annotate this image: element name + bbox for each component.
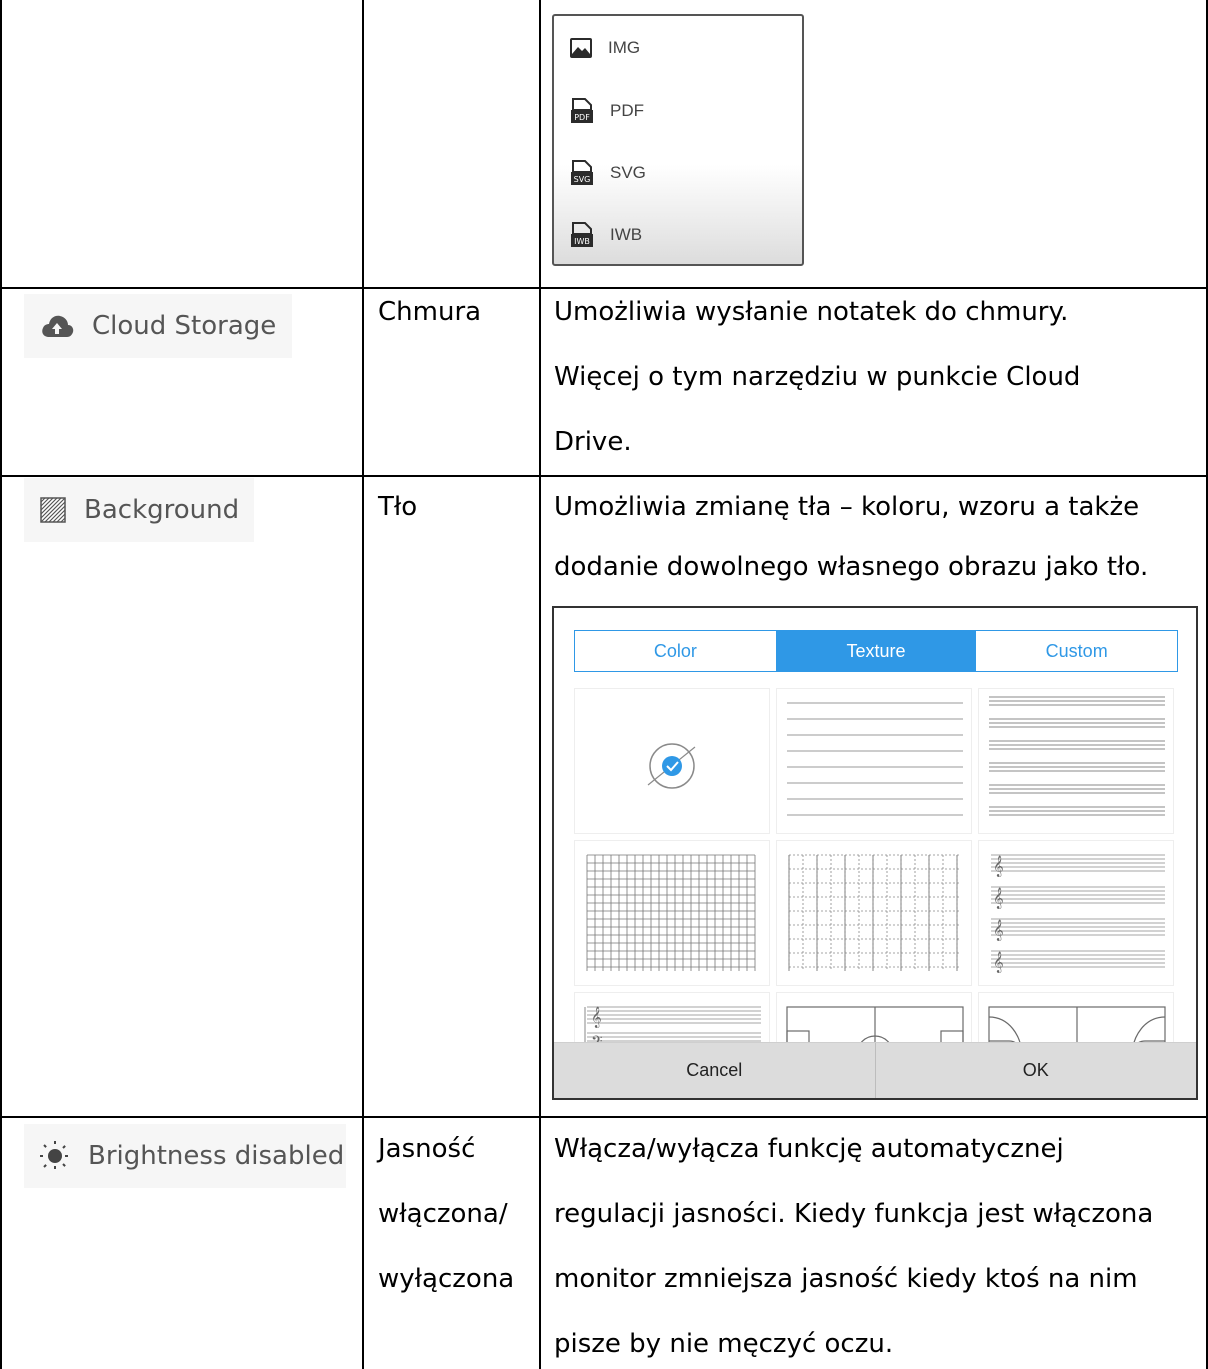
description-line: Drive. [554, 427, 632, 457]
description-line: pisze by nie męczyć oczu. [554, 1329, 894, 1359]
texture-tile-basketball-court[interactable] [978, 992, 1174, 1048]
table-column-divider-1 [362, 0, 364, 1369]
pdf-file-icon: PDF [571, 98, 593, 123]
description-line: dodanie dowolnego własnego obrazu jako t… [554, 552, 1149, 582]
texture-tile-treble-staff[interactable]: 𝄞 𝄞 𝄞 𝄞 [978, 840, 1174, 986]
lined-paper-pattern [787, 702, 963, 816]
menu-item-label: Cloud Storage [92, 311, 277, 341]
sun-icon [40, 1141, 70, 1171]
texture-tile-small-grid[interactable] [574, 840, 770, 986]
description-line: Umożliwia wysłanie notatek do chmury. [554, 297, 1069, 327]
export-item-label: SVG [610, 163, 646, 182]
file-badge: PDF [574, 113, 590, 122]
cancel-button[interactable]: Cancel [554, 1043, 875, 1098]
file-badge: IWB [574, 237, 590, 246]
selected-check-icon [647, 743, 696, 789]
description-line: Więcej o tym narzędziu w punkcie Cloud [554, 362, 1081, 392]
export-item-pdf[interactable]: PDF PDF [570, 98, 644, 124]
export-item-svg[interactable]: SVG SVG [570, 160, 646, 186]
feature-name-brightness: włączona/ [378, 1199, 508, 1229]
feature-name-brightness: wyłączona [378, 1264, 515, 1294]
feature-name-cloud: Chmura [378, 297, 482, 327]
texture-icon [40, 497, 66, 523]
background-tabs: Color Texture Custom [574, 630, 1178, 672]
treble-staff-pattern: 𝄞 𝄞 𝄞 𝄞 [991, 854, 1165, 973]
ok-button[interactable]: OK [874, 1043, 1197, 1098]
tab-texture[interactable]: Texture [775, 631, 977, 671]
football-field-pattern [786, 1006, 964, 1048]
cloud-upload-icon [42, 315, 74, 337]
background-dialog: Color Texture Custom 𝄞 𝄞 𝄞 𝄞 𝄞 𝄢 Cancel … [552, 606, 1198, 1100]
texture-tile-lines[interactable] [776, 688, 972, 834]
grand-staff-pattern: 𝄞𝄢𝄞𝄢 [584, 1006, 761, 1048]
file-badge: SVG [574, 175, 591, 184]
menu-item-label: Brightness disabled [88, 1141, 345, 1171]
texture-grid: 𝄞 𝄞 𝄞 𝄞 𝄞𝄢𝄞𝄢 [574, 688, 1178, 1048]
description-line: monitor zmniejsza jasność kiedy ktoś na … [554, 1264, 1138, 1294]
description-line: Umożliwia zmianę tła – koloru, wzoru a t… [554, 492, 1140, 522]
svg-file-icon: SVG [571, 160, 593, 185]
export-item-img[interactable]: IMG [570, 38, 640, 58]
staff-lines-pattern [989, 696, 1165, 816]
basketball-court-pattern [988, 1006, 1166, 1048]
small-grid-pattern [586, 854, 756, 971]
iwb-file-icon: IWB [571, 222, 593, 247]
tab-color[interactable]: Color [575, 631, 776, 671]
svg-text:𝄞: 𝄞 [993, 856, 1004, 877]
texture-tile-staff[interactable] [978, 688, 1174, 834]
texture-tile-dotted-grid[interactable] [776, 840, 972, 986]
export-item-label: IMG [608, 38, 641, 57]
table-border-left [0, 0, 2, 1369]
export-item-label: PDF [610, 101, 644, 120]
description-line: Włącza/wyłącza funkcję automatycznej [554, 1134, 1064, 1164]
background-menu-item: Background [24, 478, 254, 542]
export-dropdown-menu: IMG PDF PDF SVG SVG IWB IWB [552, 14, 804, 266]
export-item-label: IWB [610, 225, 643, 244]
dotted-grid-pattern [788, 854, 959, 971]
menu-item-label: Background [84, 495, 240, 525]
tab-custom[interactable]: Custom [976, 631, 1177, 671]
feature-name-brightness: Jasność [378, 1134, 476, 1164]
image-icon [570, 38, 592, 58]
texture-tile-blank[interactable] [574, 688, 770, 834]
texture-tile-football-field[interactable] [776, 992, 972, 1048]
brightness-menu-item: Brightness disabled [24, 1124, 346, 1188]
svg-text:𝄞: 𝄞 [993, 888, 1004, 909]
export-item-iwb[interactable]: IWB IWB [570, 222, 642, 248]
description-line: regulacji jasności. Kiedy funkcja jest w… [554, 1199, 1154, 1229]
svg-text:𝄞: 𝄞 [993, 920, 1004, 941]
table-column-divider-2 [539, 0, 541, 1369]
svg-text:𝄞: 𝄞 [993, 952, 1004, 973]
texture-tile-grand-staff[interactable]: 𝄞𝄢𝄞𝄢 [574, 992, 770, 1048]
dialog-button-bar: Cancel OK [554, 1042, 1196, 1098]
cloud-storage-menu-item: Cloud Storage [24, 294, 292, 358]
svg-text:𝄞: 𝄞 [591, 1007, 602, 1028]
feature-name-background: Tło [378, 492, 418, 522]
